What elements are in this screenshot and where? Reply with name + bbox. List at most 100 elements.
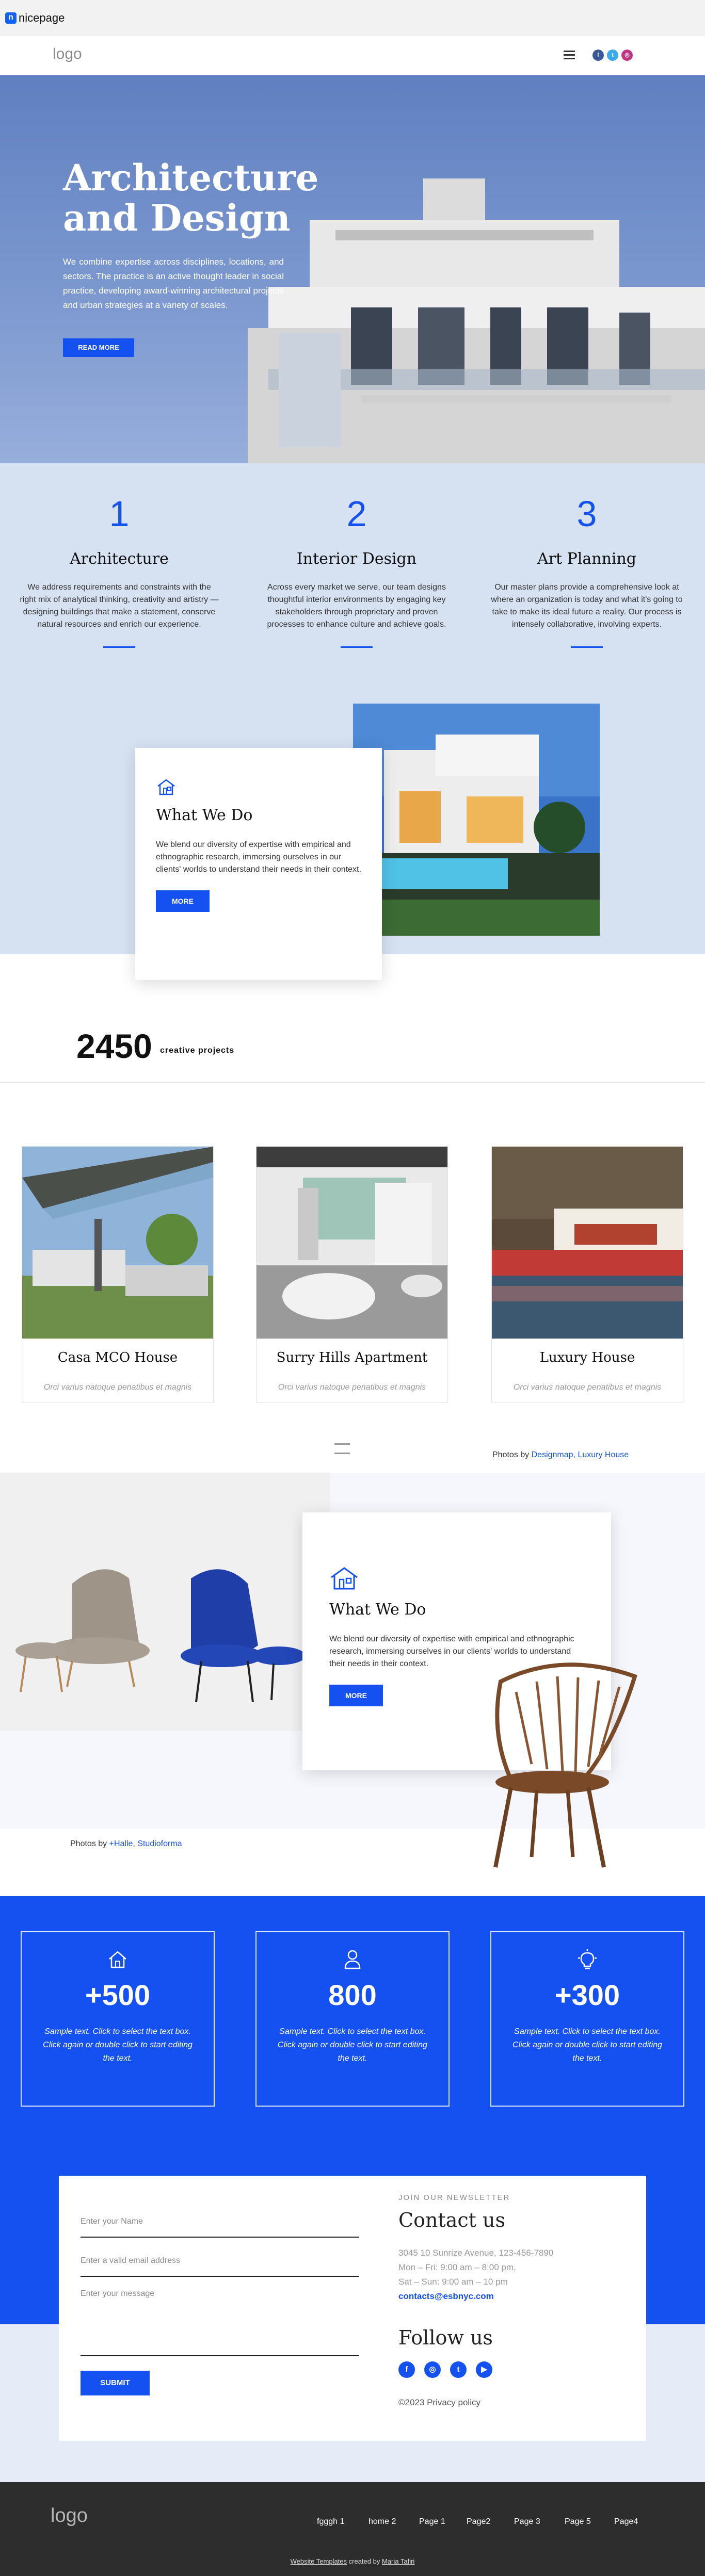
photos-credit: Photos by +Halle, Studioforma — [70, 1839, 182, 1849]
stat-text: Sample text. Click to select the text bo… — [43, 2027, 193, 2063]
name-field[interactable]: Enter your Name — [81, 2217, 359, 2238]
divider — [0, 1082, 705, 1083]
menu-icon[interactable] — [564, 51, 575, 60]
card-text: We blend our diversity of expertise with… — [156, 840, 361, 874]
feature-number: 2 — [346, 494, 367, 534]
credit-separator: , — [133, 1839, 138, 1848]
instagram-icon[interactable]: ◎ — [424, 2361, 441, 2378]
stat-text: Sample text. Click to select the text bo… — [278, 2027, 427, 2063]
counter-number: 2450 — [76, 1027, 152, 1065]
submit-button[interactable]: SUBMIT — [81, 2371, 150, 2395]
person-icon — [344, 1950, 361, 1969]
feature-text: Across every market we serve, our team d… — [267, 583, 446, 629]
footer-nav-item[interactable]: Page4 — [614, 2517, 638, 2526]
project-image — [257, 1147, 447, 1339]
credit-link[interactable]: Luxury House — [578, 1450, 629, 1459]
footer-nav-item[interactable]: home 2 — [368, 2517, 396, 2526]
message-field[interactable]: Enter your message — [81, 2289, 359, 2356]
feature-number: 1 — [109, 494, 130, 534]
credit-prefix: Photos by — [492, 1450, 532, 1459]
feature-divider — [341, 646, 373, 648]
hero-description: We combine expertise across disciplines,… — [63, 257, 284, 310]
stat-number: 800 — [328, 1979, 377, 2011]
twitter-icon[interactable]: t — [607, 50, 618, 61]
youtube-icon[interactable]: ▶ — [476, 2361, 492, 2378]
project-title: Surry Hills Apartment — [276, 1350, 428, 1365]
project-text: Orci varius natoque penatibus et magnis — [513, 1383, 662, 1392]
site-header: logo f t ◎ — [0, 36, 705, 75]
footer-nav-item[interactable]: Page 1 — [419, 2517, 445, 2526]
contact-hours-weekday: Mon – Fri: 9:00 am – 8:00 pm, — [398, 2262, 516, 2272]
nicepage-logo-icon[interactable]: n — [5, 12, 17, 24]
credit-prefix: Photos by — [70, 1839, 109, 1848]
contact-email-link[interactable]: contacts@esbnyc.com — [398, 2291, 494, 2302]
bulb-icon — [578, 1949, 597, 1969]
feature-divider — [103, 646, 135, 648]
stat-number: +500 — [85, 1979, 151, 2011]
contact-hours-weekend: Sat – Sun: 9:00 am – 10 pm — [398, 2277, 508, 2287]
wicker-chair-image — [493, 1662, 637, 1868]
author-link[interactable]: Maria Tafiri — [382, 2557, 414, 2565]
credit-mid: created by — [347, 2557, 382, 2565]
facebook-icon[interactable]: f — [398, 2361, 415, 2378]
stat-card: +300 Sample text. Click to select the te… — [490, 1931, 684, 2107]
project-card[interactable]: Luxury House Orci varius natoque penatib… — [491, 1146, 683, 1403]
project-text: Orci varius natoque penatibus et magnis — [278, 1383, 426, 1392]
footer-nav-item[interactable]: Page 5 — [565, 2517, 591, 2526]
house-outline-icon — [331, 1567, 358, 1590]
website-templates-link[interactable]: Website Templates — [291, 2557, 347, 2565]
contact-title: Contact us — [398, 2209, 505, 2231]
footer-credit: Website Templates created by Maria Tafir… — [0, 2557, 705, 2565]
chairs-image — [15, 1569, 306, 1702]
footer-logo[interactable]: logo — [51, 2505, 88, 2527]
feature-number: 3 — [576, 494, 597, 534]
feature-architecture: 1 Architecture We address requirements a… — [13, 493, 225, 648]
feature-title: Art Planning — [537, 550, 637, 568]
credit-link[interactable]: Studioforma — [137, 1839, 182, 1848]
project-image — [22, 1147, 213, 1339]
feature-text: We address requirements and constraints … — [20, 583, 219, 629]
project-image — [492, 1147, 683, 1339]
feature-divider — [571, 646, 603, 648]
credit-link[interactable]: +Halle — [109, 1839, 133, 1848]
stat-card: +500 Sample text. Click to select the te… — [21, 1931, 215, 2107]
email-field[interactable]: Enter a valid email address — [81, 2256, 359, 2277]
credit-link[interactable]: Designmap — [532, 1450, 573, 1459]
stat-number: +300 — [554, 1979, 620, 2011]
follow-title: Follow us — [398, 2326, 493, 2349]
furniture-background — [0, 1731, 330, 1829]
hero-section: Architecture and Design We combine exper… — [0, 75, 705, 463]
project-card[interactable]: Casa MCO House Orci varius natoque penat… — [22, 1146, 214, 1403]
site-logo[interactable]: logo — [53, 45, 82, 63]
copyright-text[interactable]: ©2023 Privacy policy — [398, 2398, 480, 2408]
read-more-button[interactable]: READ MORE — [63, 338, 134, 357]
stat-text: Sample text. Click to select the text bo… — [512, 2027, 662, 2063]
more-button[interactable]: MORE — [156, 890, 210, 912]
project-title: Casa MCO House — [57, 1350, 178, 1365]
newsletter-label: JOIN OUR NEWSLETTER — [398, 2193, 510, 2202]
more-button[interactable]: MORE — [329, 1685, 383, 1706]
facebook-icon[interactable]: f — [592, 50, 604, 61]
twitter-icon[interactable]: t — [450, 2361, 467, 2378]
stat-card: 800 Sample text. Click to select the tex… — [255, 1931, 450, 2107]
photos-credit: Photos by Designmap, Luxury House — [492, 1450, 629, 1460]
contact-card: Enter your Name Enter a valid email addr… — [59, 2176, 646, 2441]
nicepage-topbar: n nicepage — [0, 0, 705, 36]
nicepage-brand-name[interactable]: nicepage — [19, 11, 65, 25]
house-icon — [109, 1951, 126, 1968]
house-outline-icon — [157, 779, 175, 795]
card-title: What We Do — [156, 806, 253, 824]
footer-nav-item[interactable]: Page 3 — [514, 2517, 540, 2526]
counter-label: creative projects — [160, 1046, 235, 1055]
feature-title: Architecture — [70, 550, 169, 568]
feature-text: Our master plans provide a comprehensive… — [491, 583, 683, 629]
footer-nav-item[interactable]: Page2 — [467, 2517, 490, 2526]
what-we-do-card: What We Do We blend our diversity of exp… — [135, 748, 382, 980]
contact-address: 3045 10 Sunrize Avenue, 123-456-7890 — [398, 2248, 554, 2258]
slider-indicator[interactable] — [334, 1438, 371, 1454]
footer-nav-item[interactable]: fgggh 1 — [317, 2517, 344, 2526]
instagram-icon[interactable]: ◎ — [621, 50, 633, 61]
project-card[interactable]: Surry Hills Apartment Orci varius natoqu… — [256, 1146, 448, 1403]
site-footer: logo fgggh 1 home 2 Page 1 Page2 Page 3 … — [0, 2482, 705, 2576]
feature-art-planning: 3 Art Planning Our master plans provide … — [481, 493, 693, 648]
